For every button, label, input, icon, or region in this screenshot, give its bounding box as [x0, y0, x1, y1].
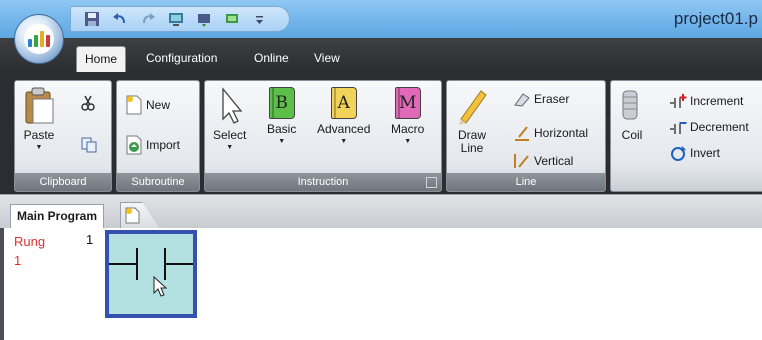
- mouse-pointer-icon: [153, 276, 168, 297]
- document-tab-bar: Main Program: [0, 194, 762, 229]
- ribbon-tab-row: Home Configuration Online View: [0, 38, 762, 72]
- chevron-down-icon: ▼: [404, 138, 412, 145]
- tab-main-program[interactable]: Main Program: [10, 204, 105, 229]
- application-menu-button[interactable]: [14, 14, 64, 64]
- increment-icon: [670, 94, 687, 108]
- copy-icon: [81, 137, 97, 153]
- new-tab-icon: [125, 207, 140, 224]
- window-title: project01.p: [673, 9, 758, 28]
- coil-button[interactable]: Coil: [617, 87, 647, 142]
- tab-configuration[interactable]: Configuration: [138, 46, 225, 72]
- import-label: Import: [146, 138, 181, 152]
- vertical-line-button[interactable]: Vertical: [513, 153, 573, 169]
- redo-icon[interactable]: [139, 10, 157, 28]
- subroutine-group: New Import Subroutine: [116, 80, 200, 192]
- increment-label: Increment: [690, 94, 744, 108]
- increment-button[interactable]: Increment: [669, 93, 743, 109]
- advanced-label: Advanced: [317, 122, 371, 136]
- line-group: Draw Line Eraser Horizontal Vertical Lin…: [446, 80, 606, 192]
- coil-label: Coil: [621, 128, 643, 142]
- paste-button[interactable]: Paste ▼: [23, 87, 55, 151]
- dialog-launcher-icon[interactable]: [426, 177, 437, 188]
- macro-book-icon: M: [394, 87, 421, 119]
- import-button[interactable]: Import: [125, 135, 180, 155]
- rung-number: 1: [86, 232, 94, 247]
- chevron-down-icon: ▼: [278, 138, 286, 145]
- line-group-label: Line: [447, 173, 605, 191]
- paste-label: Paste: [23, 128, 55, 142]
- tab-view[interactable]: View: [306, 46, 348, 72]
- new-tab-button[interactable]: [120, 202, 160, 229]
- ladder-editor[interactable]: Rung 1 1: [0, 228, 762, 340]
- pointer-icon: [222, 87, 243, 124]
- macro-button[interactable]: M Macro ▼: [391, 87, 424, 145]
- contact-symbol-icon: [109, 248, 193, 280]
- tab-home[interactable]: Home: [76, 46, 127, 72]
- save-icon[interactable]: [83, 10, 101, 28]
- horizontal-line-button[interactable]: Horizontal: [513, 125, 588, 141]
- decrement-button[interactable]: Decrement: [669, 119, 749, 135]
- ribbon: Paste ▼ Clipboard New Import Subroutine …: [0, 72, 762, 194]
- horizontal-line-icon: [515, 126, 529, 141]
- app-logo-icon: [24, 24, 54, 54]
- undo-icon[interactable]: [111, 10, 129, 28]
- subroutine-group-label: Subroutine: [117, 173, 199, 191]
- coil-group: Coil Increment Decrement Invert: [610, 80, 762, 192]
- advanced-button[interactable]: A Advanced ▼: [317, 87, 370, 145]
- customize-icon[interactable]: [251, 10, 269, 28]
- new-document-icon: [126, 95, 142, 115]
- eraser-button[interactable]: Eraser: [513, 91, 569, 107]
- horizontal-label: Horizontal: [534, 126, 589, 140]
- select-button[interactable]: Select ▼: [213, 87, 246, 151]
- macro-label: Macro: [391, 122, 425, 136]
- basic-button[interactable]: B Basic ▼: [267, 87, 296, 145]
- selected-ladder-cell[interactable]: [105, 230, 197, 318]
- advanced-book-icon: A: [330, 87, 357, 119]
- decrement-label: Decrement: [690, 120, 749, 134]
- instruction-group: Select ▼ B Basic ▼ A Advanced ▼ M Macro …: [204, 80, 442, 192]
- eraser-icon: [514, 93, 530, 107]
- monitor-icon[interactable]: [167, 10, 185, 28]
- transfer-icon[interactable]: [195, 10, 213, 28]
- coil-icon: [622, 90, 638, 120]
- invert-label: Invert: [690, 146, 721, 160]
- clipboard-group-label: Clipboard: [15, 173, 111, 191]
- rung-label: Rung 1: [14, 234, 46, 268]
- new-subroutine-button[interactable]: New: [125, 95, 170, 115]
- tab-online[interactable]: Online: [246, 46, 297, 72]
- basic-book-icon: B: [268, 87, 295, 119]
- decrement-icon: [670, 122, 687, 134]
- chevron-down-icon: ▼: [226, 144, 234, 151]
- new-label: New: [146, 98, 171, 112]
- vertical-line-icon: [514, 154, 529, 168]
- eraser-label: Eraser: [534, 92, 570, 106]
- title-bar: project01.p: [0, 0, 762, 38]
- import-icon: [126, 135, 142, 155]
- clipboard-group: Paste ▼ Clipboard: [14, 80, 112, 192]
- scissors-icon: [81, 95, 95, 111]
- select-label: Select: [213, 128, 247, 142]
- paste-icon: [25, 87, 54, 124]
- cut-button[interactable]: [81, 95, 95, 111]
- chevron-down-icon: ▼: [35, 144, 43, 151]
- chevron-down-icon: ▼: [340, 138, 348, 145]
- draw-line-button[interactable]: Draw Line: [455, 87, 489, 155]
- instruction-group-label: Instruction: [205, 173, 441, 191]
- pencil-icon: [459, 90, 487, 125]
- vertical-label: Vertical: [534, 154, 574, 168]
- copy-button[interactable]: [81, 137, 97, 153]
- draw-line-label: Draw Line: [457, 128, 486, 155]
- invert-icon: [671, 146, 686, 161]
- invert-button[interactable]: Invert: [669, 145, 720, 161]
- basic-label: Basic: [267, 122, 297, 136]
- compile-icon[interactable]: [223, 10, 241, 28]
- quick-access-toolbar: [70, 6, 290, 32]
